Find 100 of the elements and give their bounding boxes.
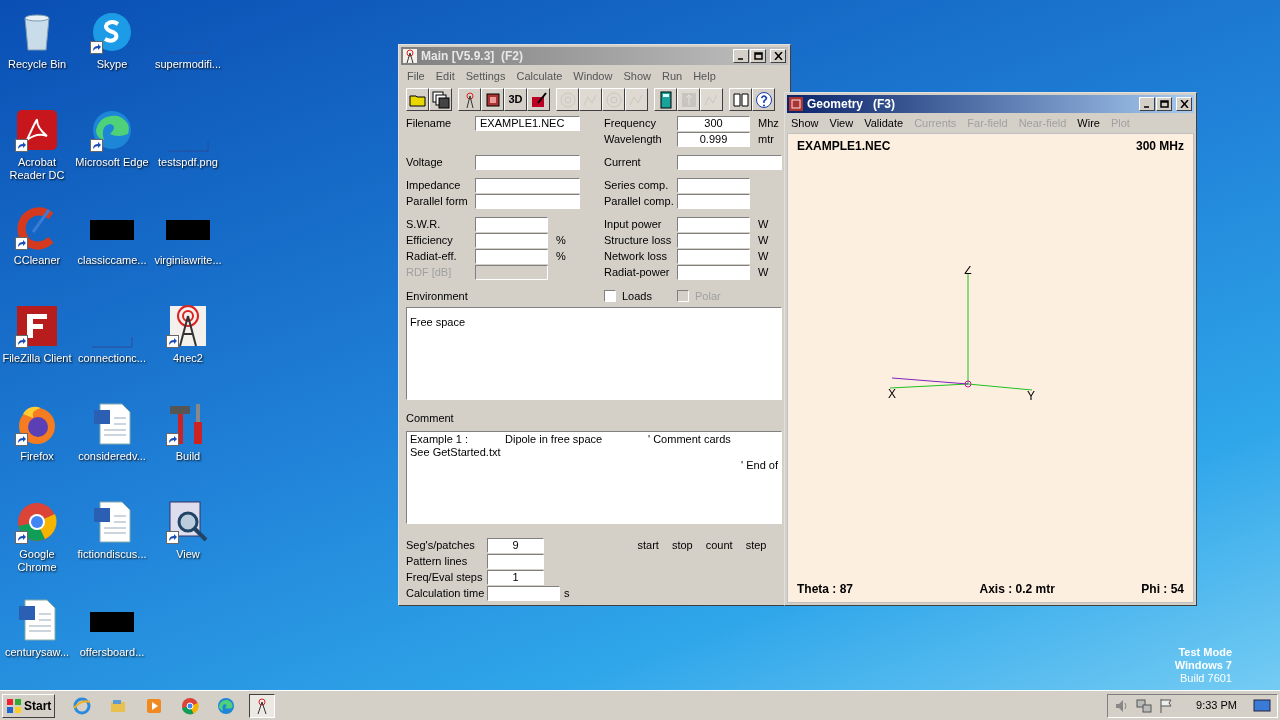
minimize-button[interactable] [1139,97,1155,111]
unit-label: W [758,264,769,280]
menu-item[interactable]: Help [693,67,716,85]
field-label: Seg's/patches [406,538,476,554]
text-field[interactable] [677,232,750,248]
toolbar-button[interactable] [481,88,504,111]
desktop-icon[interactable]: classiccame... [74,200,150,298]
desktop-icon[interactable]: testspdf.png [150,102,226,200]
text-field[interactable] [677,154,782,170]
desktop-icon[interactable]: FileZilla Client [0,298,74,396]
field-label: S.W.R. [406,216,442,232]
toolbar-button[interactable]: 3D [504,88,527,111]
menu-item[interactable]: Settings [465,67,506,85]
toolbar-button[interactable] [654,88,677,111]
desktop-icon[interactable]: consideredv... [74,396,150,494]
disks-icon [431,90,450,109]
close-button[interactable] [770,49,786,63]
menu-item[interactable]: File [407,67,425,85]
desktop-icon[interactable]: View [150,494,226,592]
coordinate-axes: Z X Y [887,265,1035,403]
text-field[interactable] [475,232,548,248]
desktop-icon[interactable]: centurysaw... [0,592,74,690]
desktop-icon[interactable]: Firefox [0,396,74,494]
text-field[interactable] [677,193,750,209]
desktop-icon[interactable]: Recycle Bin [0,4,74,102]
desktop-icon[interactable]: virginiawrite... [150,200,226,298]
maximize-button[interactable] [750,49,766,63]
toolbar-button[interactable] [527,88,550,111]
toolbar-button[interactable] [729,88,752,111]
network-icon[interactable] [1136,697,1153,714]
desktop-icon[interactable]: connectionc... [74,298,150,396]
title-bar[interactable]: Geometry (F3) [787,95,1194,113]
text-field[interactable] [487,554,544,569]
flag-icon[interactable] [1158,697,1175,714]
column-header: count [705,538,733,554]
text-field[interactable] [475,154,580,170]
menu-item[interactable]: View [829,114,854,132]
menu-item[interactable]: Validate [864,114,904,132]
menu-item[interactable]: Show [623,67,651,85]
desktop-icon[interactable]: supermodifi... [150,4,226,102]
desktop-icon-label: testspdf.png [157,156,219,169]
text-field[interactable] [475,177,580,193]
menu-item[interactable]: Wire [1077,114,1100,132]
frequency-text: 300 MHz [1135,138,1184,155]
text-field[interactable] [677,248,750,264]
desktop-icon-label: centurysaw... [3,646,71,659]
minimize-button[interactable] [733,49,749,63]
environment-text: Free space [410,316,466,328]
menu-item[interactable]: Run [661,67,683,85]
text-field[interactable] [475,193,580,209]
text-field[interactable]: 9 [487,538,544,553]
text-field[interactable] [487,586,560,601]
desktop-icon[interactable]: Build [150,396,226,494]
start-button[interactable]: Start [2,693,56,718]
menu-item[interactable]: Calculate [516,67,563,85]
shortcut-arrow-icon [166,335,179,348]
theta-text: Theta : 87 [797,581,853,598]
desktop-icon[interactable]: Google Chrome [0,494,74,592]
menu-item[interactable]: Show [791,114,819,132]
desktop-icon[interactable]: Microsoft Edge [74,102,150,200]
show-desktop-icon[interactable] [1253,697,1271,714]
maximize-button[interactable] [1156,97,1172,111]
comment-box[interactable]: Example 1 : Dipole in free space ' Comment cards See GetStarted.txt ' End of [406,430,782,524]
desktop-icon[interactable]: 4nec2 [150,298,226,396]
text-field[interactable]: EXAMPLE1.NEC [475,115,580,131]
shortcut-arrow-icon [166,433,179,446]
desktop-icon[interactable]: Skype [74,4,150,102]
taskbar-button[interactable] [249,693,276,718]
menu-item[interactable]: Window [573,67,613,85]
feed-point [964,380,971,387]
axis-text: Axis : 0.2 mtr [979,581,1055,598]
text-field[interactable] [677,216,750,232]
toolbar-button[interactable] [458,88,481,111]
toolbar-button[interactable] [752,88,775,111]
desktop-icon[interactable]: offersboard... [74,592,150,690]
clock-text[interactable]: 9:33 PM [1196,697,1237,714]
text-field[interactable] [475,248,548,264]
close-button[interactable] [1176,97,1192,111]
menu-item[interactable]: Edit [435,67,455,85]
text-field[interactable] [475,216,548,232]
text-field[interactable] [677,264,750,280]
help-icon [754,90,773,109]
toolbar-button[interactable] [406,88,429,111]
toolbar-button[interactable] [429,88,452,111]
checkbox[interactable] [604,290,616,302]
desktop-icon[interactable]: CCleaner [0,200,74,298]
comment-text: Dipole in free space [505,432,604,446]
title-bar[interactable]: Main [V5.9.3] (F2) [401,47,788,65]
desktop-icon-label: Build [174,450,202,463]
desktop-icon-label: consideredv... [77,450,147,463]
chrome-icon [15,500,59,544]
text-field[interactable]: 1 [487,570,544,585]
unit-label: W [758,248,769,264]
text-field[interactable]: 300 [677,115,750,131]
text-field[interactable] [677,177,750,193]
text-field[interactable]: 0.999 [677,131,750,147]
desktop-icon[interactable]: fictiondiscus... [74,494,150,592]
windows-logo-icon [6,697,22,714]
environment-box[interactable]: Free space [406,307,782,400]
desktop-icon[interactable]: Acrobat Reader DC [0,102,74,200]
